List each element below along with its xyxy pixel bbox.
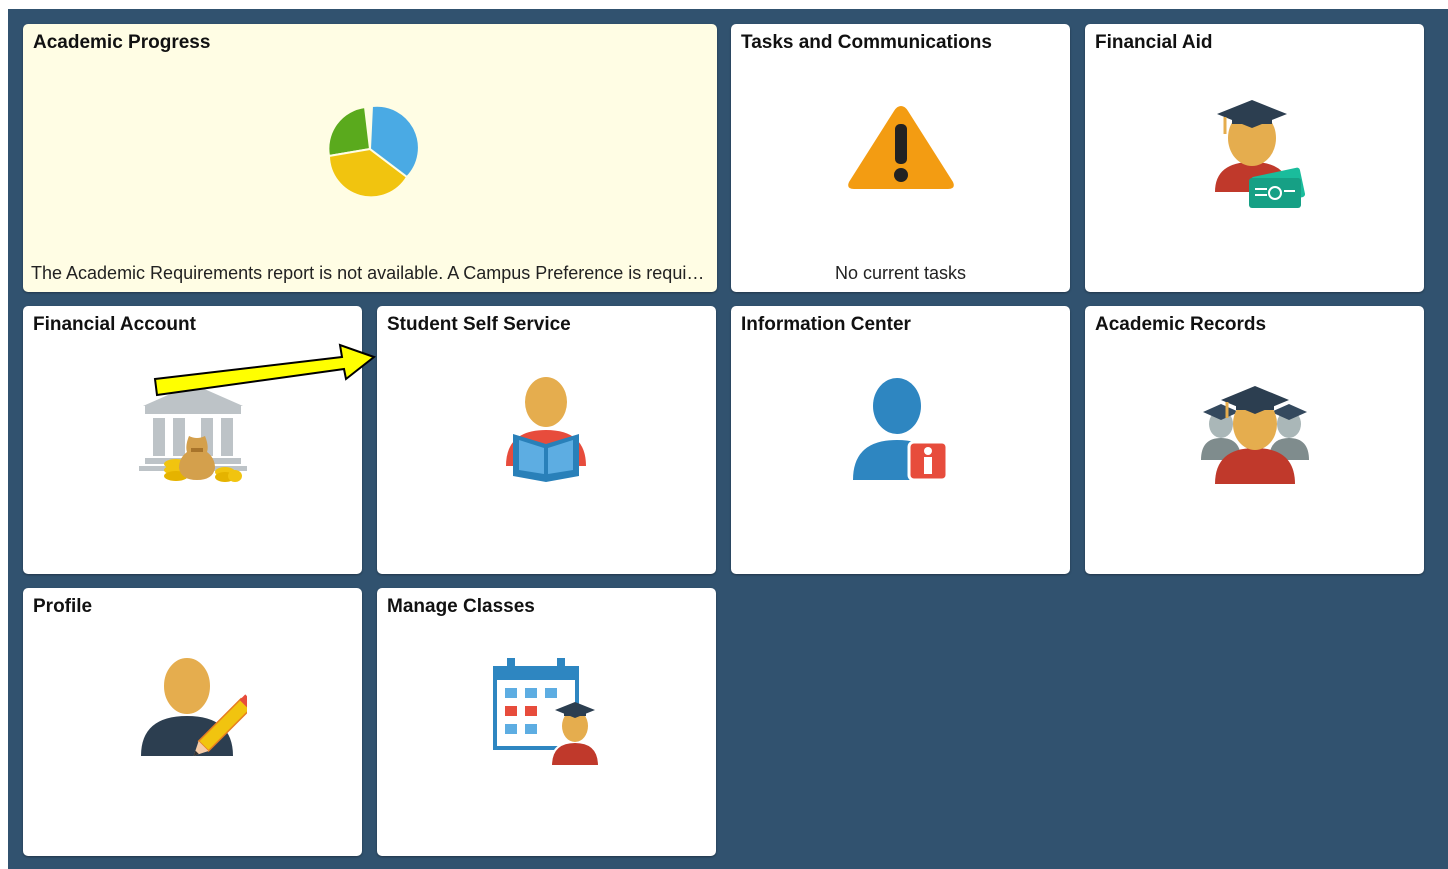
tile-academic-progress[interactable]: Academic Progress The Academic Requireme… [23,24,717,292]
tile-title: Profile [33,596,93,617]
tile-profile[interactable]: Profile [23,588,362,856]
tile-academic-records[interactable]: Academic Records [1085,306,1424,574]
tile-title: Tasks and Communications [741,32,992,53]
tile-title: Academic Progress [33,32,211,53]
tile-status-text: No current tasks [834,263,967,283]
annotation-arrow-icon [153,343,377,397]
tile-title: Financial Account [33,314,196,335]
person-info-icon [853,378,949,482]
tile-title: Financial Aid [1095,32,1213,53]
tile-title: Academic Records [1095,314,1267,335]
pie-chart-icon [327,104,420,199]
tile-financial-aid[interactable]: Financial Aid [1085,24,1424,292]
tile-status-text: The Academic Requirements report is not … [31,263,707,283]
tile-title: Student Self Service [387,314,571,335]
tile-manage-classes[interactable]: Manage Classes [377,588,716,856]
tile-title: Information Center [741,314,911,335]
tile-tasks-communications[interactable]: Tasks and Communications No current task… [731,24,1070,292]
homepage-tile-panel: Academic Progress The Academic Requireme… [8,9,1448,869]
graduates-group-icon [1201,386,1309,484]
tile-title: Manage Classes [387,596,535,617]
calendar-graduate-icon [493,658,601,767]
tile-student-self-service[interactable]: Student Self Service [377,306,716,574]
tile-information-center[interactable]: Information Center [731,306,1070,574]
person-edit-icon [141,656,247,756]
student-reading-icon [506,377,586,482]
warning-icon [848,106,954,189]
graduate-money-icon [1215,100,1306,208]
